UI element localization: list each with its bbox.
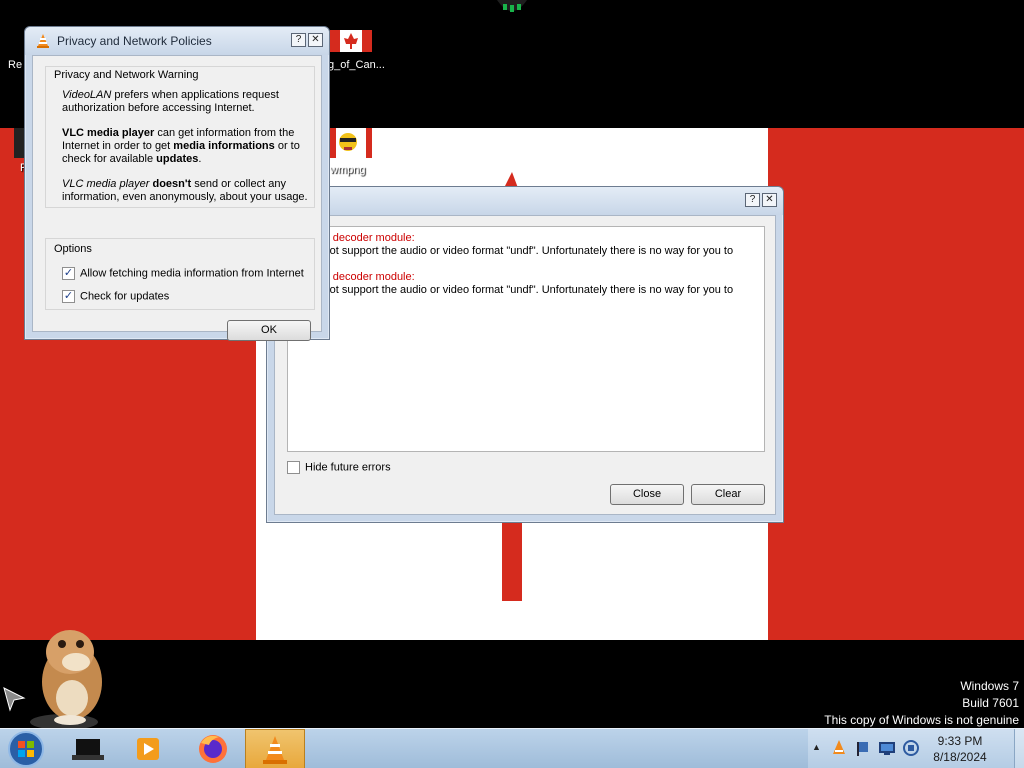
- vlc-taskbar-button[interactable]: [245, 729, 305, 768]
- hamster-desktop-gadget[interactable]: [18, 612, 114, 732]
- privacy-help-button[interactable]: ?: [291, 33, 306, 47]
- privacy-warning-group-label: Privacy and Network Warning: [54, 69, 199, 81]
- not-genuine-text: This copy of Windows is not genuine: [824, 713, 1019, 727]
- videolan-text: VideoLAN: [62, 89, 112, 101]
- network-icon[interactable]: [878, 739, 896, 757]
- taskbar-show-desktop-icon[interactable]: [60, 729, 120, 768]
- privacy-dialog-client: Privacy and Network Warning VideoLAN pre…: [32, 55, 322, 341]
- taskbar: ▲ 9:33 PM 8/18/2024: [0, 728, 1024, 768]
- privacy-dialog-title: Privacy and Network Policies: [57, 34, 212, 48]
- options-group-label: Options: [54, 243, 92, 255]
- fetch-media-info-row[interactable]: ✓ Allow fetching media information from I…: [62, 267, 304, 280]
- mouse-cursor-icon: [2, 686, 26, 712]
- clock-date[interactable]: 8/18/2024: [920, 750, 1000, 764]
- firefox-taskbar-icon[interactable]: [183, 729, 243, 768]
- errors-log-area[interactable]: ble decoder module: s not support the au…: [287, 226, 765, 452]
- top-knob-decoration: [497, 0, 527, 16]
- privacy-paragraph-1: VideoLAN prefers when applications reque…: [62, 89, 312, 115]
- p2-bold-1: VLC media player: [62, 127, 155, 139]
- check-updates-label: Check for updates: [80, 290, 170, 303]
- privacy-dialog-titlebar[interactable]: Privacy and Network Policies ? ✕: [25, 27, 329, 55]
- errors-close-icon[interactable]: ✕: [762, 193, 777, 207]
- windows-version-text: Windows 7: [960, 679, 1019, 693]
- vlc-errors-dialog: ? ✕ ble decoder module: s not support th…: [266, 186, 784, 523]
- vlc-cone-icon: [35, 33, 51, 49]
- errors-help-button[interactable]: ?: [745, 193, 760, 207]
- privacy-paragraph-3: VLC media player doesn't send or collect…: [62, 178, 312, 204]
- png-file-icon[interactable]: [330, 128, 372, 158]
- desktop-icon-label-wmpng[interactable]: wmpng: [330, 164, 365, 176]
- canada-flag-file-icon[interactable]: [330, 30, 372, 52]
- errors-close-button[interactable]: Close: [610, 484, 684, 505]
- error-message: s not support the audio or video format …: [315, 245, 734, 257]
- errors-dialog-titlebar[interactable]: ? ✕: [267, 187, 783, 215]
- error-message: s not support the audio or video format …: [315, 284, 734, 296]
- p3-italic: VLC media player: [62, 178, 150, 190]
- ok-button[interactable]: OK: [227, 320, 311, 341]
- volume-icon[interactable]: [902, 739, 920, 757]
- errors-dialog-client: ble decoder module: s not support the au…: [274, 215, 776, 515]
- privacy-close-icon[interactable]: ✕: [308, 33, 323, 47]
- check-updates-checkbox[interactable]: ✓: [62, 290, 75, 303]
- hide-future-errors-checkbox-row[interactable]: Hide future errors: [287, 461, 391, 474]
- p2-bold-2: media informations: [173, 140, 275, 152]
- p2-text-3: .: [198, 153, 202, 165]
- check-updates-row[interactable]: ✓ Check for updates: [62, 290, 169, 303]
- errors-clear-button[interactable]: Clear: [691, 484, 765, 505]
- p2-bold-3: updates: [156, 153, 199, 165]
- privacy-warning-group: Privacy and Network Warning VideoLAN pre…: [45, 66, 315, 208]
- vlc-tray-icon[interactable]: [830, 739, 848, 757]
- show-desktop-button[interactable]: [1014, 729, 1024, 768]
- hide-future-errors-checkbox[interactable]: [287, 461, 300, 474]
- p3-bold: doesn't: [149, 178, 192, 190]
- privacy-options-group: Options ✓ Allow fetching media informatio…: [45, 238, 315, 310]
- fetch-media-info-checkbox[interactable]: ✓: [62, 267, 75, 280]
- fetch-media-info-label: Allow fetching media information from In…: [80, 267, 304, 280]
- hide-future-errors-label: Hide future errors: [305, 461, 391, 474]
- action-center-flag-icon[interactable]: [854, 739, 872, 757]
- system-tray: ▲ 9:33 PM 8/18/2024: [808, 729, 1024, 768]
- media-player-taskbar-icon[interactable]: [120, 729, 180, 768]
- desktop-icon-label-recycle[interactable]: Re: [8, 59, 22, 71]
- show-hidden-icons-button[interactable]: ▲: [812, 742, 821, 752]
- clock-time[interactable]: 9:33 PM: [920, 734, 1000, 748]
- start-button[interactable]: [4, 729, 48, 768]
- windows-build-text: Build 7601: [962, 696, 1019, 710]
- privacy-dialog: Privacy and Network Policies ? ✕ Privacy…: [24, 26, 330, 341]
- privacy-paragraph-2: VLC media player can get information fro…: [62, 127, 312, 166]
- desktop-icon-label-flag-file[interactable]: g_of_Can...: [328, 59, 385, 71]
